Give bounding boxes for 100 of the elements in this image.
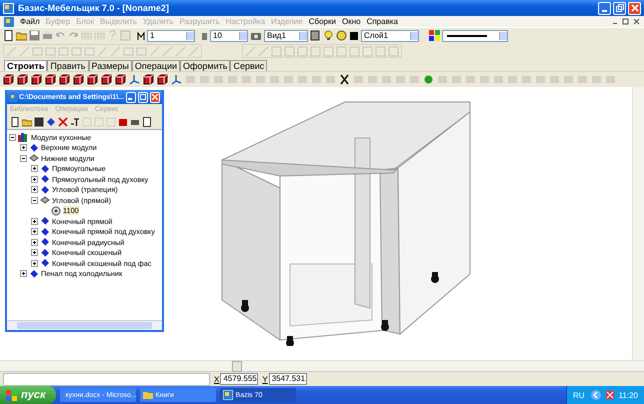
square-icon[interactable] [84, 46, 95, 56]
square-icon[interactable] [58, 46, 69, 56]
line-style-dropdown[interactable] [442, 30, 508, 42]
line-icon[interactable] [149, 46, 160, 56]
close-button[interactable] [150, 92, 160, 102]
cube-icon[interactable] [115, 74, 126, 85]
square-icon[interactable] [271, 46, 282, 56]
square-icon[interactable] [310, 46, 321, 56]
vertical-scrollbar[interactable] [632, 87, 644, 360]
square-icon[interactable] [136, 46, 147, 56]
maximize-button[interactable] [138, 92, 148, 102]
coin-icon[interactable] [423, 74, 434, 85]
cube-icon[interactable] [143, 74, 154, 85]
scale-dropdown[interactable]: 10 [210, 30, 248, 42]
menu-item[interactable]: Файл [20, 17, 40, 26]
expander-icon[interactable] [31, 228, 38, 236]
line-icon[interactable] [175, 46, 186, 56]
horizontal-scrollbar[interactable] [0, 360, 644, 371]
square-icon[interactable] [465, 74, 476, 85]
line-icon[interactable] [162, 46, 173, 56]
square-icon[interactable] [362, 46, 373, 56]
command-field[interactable] [3, 372, 210, 386]
square-icon[interactable] [395, 74, 406, 85]
square-icon[interactable] [549, 74, 560, 85]
square-icon[interactable] [381, 74, 392, 85]
chevron-icon[interactable] [590, 390, 601, 400]
grid-icon[interactable] [94, 30, 105, 41]
line-icon[interactable] [188, 46, 199, 56]
y-coordinate-field[interactable]: 3547.531 [268, 373, 307, 385]
menu-item[interactable]: Сборки [308, 17, 336, 26]
view-dropdown[interactable]: Вид1 [264, 30, 308, 42]
restore-button[interactable] [613, 2, 626, 14]
square-icon[interactable] [349, 46, 360, 56]
line-icon[interactable] [19, 46, 30, 56]
menu-item[interactable]: Окно [342, 17, 361, 26]
cube-icon[interactable] [3, 74, 14, 85]
expander-icon[interactable] [9, 134, 16, 141]
cube-icon[interactable] [31, 74, 42, 85]
delete-icon[interactable] [58, 117, 68, 127]
document-icon[interactable] [4, 16, 14, 26]
square-icon[interactable] [437, 74, 448, 85]
expander-icon[interactable] [20, 154, 27, 162]
horizontal-scrollbar[interactable] [7, 320, 162, 330]
tag-icon[interactable] [46, 117, 56, 127]
line-width-dropdown[interactable]: 1 [147, 30, 195, 42]
square-icon[interactable] [521, 74, 532, 85]
tab[interactable]: Операции [132, 60, 180, 71]
tab[interactable]: Строить [4, 60, 48, 71]
square-icon[interactable] [283, 74, 294, 85]
square-icon[interactable] [451, 74, 462, 85]
folder-icon[interactable] [16, 30, 27, 41]
line-icon[interactable] [97, 46, 108, 56]
tab[interactable]: Размеры [88, 60, 132, 71]
tab[interactable]: Править [47, 60, 88, 71]
cube-icon[interactable] [101, 74, 112, 85]
drawing-canvas[interactable] [0, 87, 632, 360]
square-icon[interactable] [199, 74, 210, 85]
close-button[interactable] [628, 2, 641, 14]
square-icon[interactable] [120, 30, 131, 41]
square-icon[interactable] [213, 74, 224, 85]
text-icon[interactable] [70, 117, 80, 127]
expander-icon[interactable] [31, 176, 38, 183]
square-icon[interactable] [284, 46, 295, 56]
preview-icon[interactable] [142, 117, 152, 127]
square-icon[interactable] [535, 74, 546, 85]
square-icon[interactable] [507, 74, 518, 85]
cube-icon[interactable] [73, 74, 84, 85]
square-icon[interactable] [605, 74, 616, 85]
page-icon[interactable] [10, 117, 20, 127]
cube-icon[interactable] [17, 74, 28, 85]
line-icon[interactable] [245, 46, 256, 56]
line-icon[interactable] [110, 46, 121, 56]
square-icon[interactable] [297, 74, 308, 85]
camera-icon[interactable] [250, 30, 262, 41]
expander-icon[interactable] [31, 186, 38, 194]
square-icon[interactable] [311, 74, 322, 85]
child-window-controls-icon[interactable] [612, 16, 640, 26]
square-icon[interactable] [71, 46, 82, 56]
expander-icon[interactable] [31, 249, 38, 256]
square-icon[interactable] [323, 46, 334, 56]
layer-color-icon[interactable] [349, 30, 359, 40]
expander-icon[interactable] [20, 270, 27, 278]
square-icon[interactable] [493, 74, 504, 85]
tab[interactable]: Оформить [180, 60, 230, 71]
axes-icon[interactable] [171, 74, 182, 85]
light-bulb-icon[interactable] [323, 30, 334, 41]
expander-icon[interactable] [31, 218, 38, 225]
palette-icon[interactable] [429, 30, 440, 41]
square-icon[interactable] [45, 46, 56, 56]
square-icon[interactable] [479, 74, 490, 85]
square-icon[interactable] [94, 117, 104, 127]
square-icon[interactable] [375, 46, 386, 56]
cube-icon[interactable] [45, 74, 56, 85]
help-icon[interactable] [107, 30, 118, 41]
square-icon[interactable] [32, 46, 43, 56]
line-icon[interactable] [258, 46, 269, 56]
expander-icon[interactable] [31, 238, 38, 246]
square-icon[interactable] [255, 74, 266, 85]
cube-icon[interactable] [59, 74, 70, 85]
page-icon[interactable] [3, 30, 14, 41]
